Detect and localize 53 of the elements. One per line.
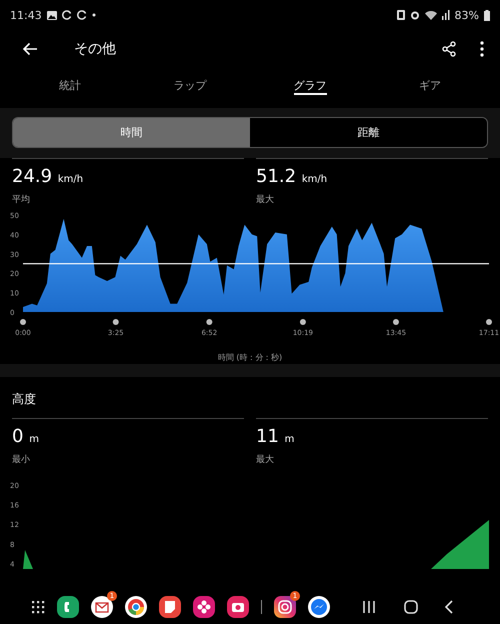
share-icon <box>442 41 456 57</box>
battery-percent: 83% <box>454 8 479 22</box>
section-title: 高度 <box>11 391 37 408</box>
recent-apps-button[interactable] <box>360 600 378 614</box>
browser-app-icon[interactable] <box>125 596 147 618</box>
tick-dot <box>20 319 26 325</box>
stat-label: 平均 <box>12 194 31 206</box>
stat-value: 0 <box>12 426 24 447</box>
tab[interactable]: 統計 <box>10 68 130 108</box>
status-time: 11:43 <box>10 8 42 22</box>
app-grid-icon[interactable] <box>31 600 45 614</box>
page-title: その他 <box>74 40 117 58</box>
battery-saver-icon <box>396 10 405 20</box>
more-icon <box>480 41 484 57</box>
signal-icon <box>442 10 450 20</box>
tick-dot <box>392 319 399 325</box>
dot-icon <box>92 13 96 17</box>
tick-dot <box>112 319 119 325</box>
back-arrow-icon <box>22 42 38 56</box>
refresh-icon <box>76 10 87 20</box>
notes-app-icon[interactable] <box>159 596 181 618</box>
stat-unit: km/h <box>302 174 328 185</box>
tick-dot <box>486 319 492 325</box>
tab[interactable]: ラップ <box>130 68 250 108</box>
phone-app-icon[interactable] <box>57 596 79 618</box>
stat-value: 51.2 <box>256 166 296 187</box>
flower-app-icon[interactable] <box>193 596 215 618</box>
alarm-icon <box>410 10 420 20</box>
stat-label: 最小 <box>12 454 31 466</box>
mail-app-icon[interactable] <box>91 596 113 618</box>
tab[interactable]: ギア <box>370 68 490 108</box>
refresh-icon <box>62 10 72 20</box>
tick-dot <box>300 319 306 325</box>
back-nav-button[interactable] <box>444 600 454 614</box>
stat-unit: km/h <box>58 174 84 185</box>
segment-button[interactable]: 距離 <box>250 118 487 147</box>
stat-label: 最大 <box>256 194 275 206</box>
stat-value: 11 <box>256 426 279 447</box>
stat-label: 最大 <box>256 454 275 466</box>
segment-button[interactable]: 時間 <box>13 118 250 147</box>
axis-title: 時間 (時 : 分 : 秒) <box>218 353 282 362</box>
stat-unit: m <box>29 434 39 445</box>
wifi-icon <box>424 10 437 20</box>
stat-unit: m <box>284 434 294 445</box>
battery-icon <box>484 10 490 20</box>
tab[interactable]: グラフ <box>250 68 370 108</box>
chat-app-icon[interactable] <box>308 596 330 618</box>
tick-dot <box>206 319 212 325</box>
home-button[interactable] <box>404 600 418 614</box>
camera-app-icon[interactable] <box>274 596 296 618</box>
stat-value: 24.9 <box>12 166 52 187</box>
camera-app-icon[interactable] <box>227 596 249 618</box>
picture-icon <box>46 10 57 20</box>
